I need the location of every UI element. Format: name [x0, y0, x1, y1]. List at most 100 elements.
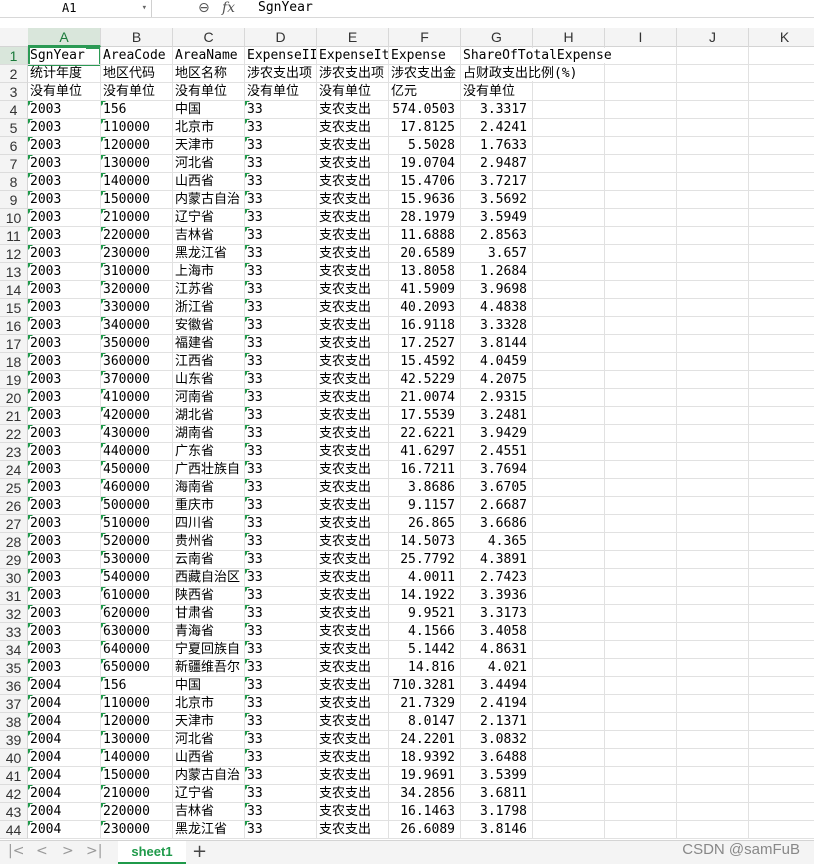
cell-b11[interactable]: 220000 [101, 227, 173, 245]
cell-f28[interactable]: 14.5073 [389, 533, 461, 551]
cell-e34[interactable]: 支农支出 [317, 641, 389, 659]
cell-g38[interactable]: 2.1371 [461, 713, 533, 731]
cell-h35[interactable] [533, 659, 605, 677]
cell-f4[interactable]: 574.0503 [389, 101, 461, 119]
cell-d1[interactable]: ExpenseIII [245, 47, 317, 65]
cell-e14[interactable]: 支农支出 [317, 281, 389, 299]
cell-d41[interactable]: 33 [245, 767, 317, 785]
cell-b41[interactable]: 150000 [101, 767, 173, 785]
cell-k16[interactable] [749, 317, 814, 335]
cell-j38[interactable] [677, 713, 749, 731]
cell-j11[interactable] [677, 227, 749, 245]
cell-i5[interactable] [605, 119, 677, 137]
cell-f33[interactable]: 4.1566 [389, 623, 461, 641]
cell-a38[interactable]: 2004 [28, 713, 101, 731]
cell-k17[interactable] [749, 335, 814, 353]
next-sheet-icon[interactable]: > [62, 843, 74, 859]
cell-b28[interactable]: 520000 [101, 533, 173, 551]
cell-a10[interactable]: 2003 [28, 209, 101, 227]
cell-e40[interactable]: 支农支出 [317, 749, 389, 767]
cell-b2[interactable]: 地区代码 [101, 65, 173, 83]
cell-c37[interactable]: 北京市 [173, 695, 245, 713]
cell-f15[interactable]: 40.2093 [389, 299, 461, 317]
cell-b20[interactable]: 410000 [101, 389, 173, 407]
cell-a20[interactable]: 2003 [28, 389, 101, 407]
cell-a2[interactable]: 统计年度 [28, 65, 101, 83]
cell-k35[interactable] [749, 659, 814, 677]
cell-e1[interactable]: ExpenseIt [317, 47, 389, 65]
cell-k4[interactable] [749, 101, 814, 119]
cell-g39[interactable]: 3.0832 [461, 731, 533, 749]
cell-d24[interactable]: 33 [245, 461, 317, 479]
column-header-e[interactable]: E [317, 28, 389, 47]
cell-a43[interactable]: 2004 [28, 803, 101, 821]
cell-i3[interactable] [605, 83, 677, 101]
cell-g27[interactable]: 3.6686 [461, 515, 533, 533]
cell-d40[interactable]: 33 [245, 749, 317, 767]
row-header[interactable]: 24 [0, 461, 28, 479]
cell-c19[interactable]: 山东省 [173, 371, 245, 389]
cell-a19[interactable]: 2003 [28, 371, 101, 389]
cell-j13[interactable] [677, 263, 749, 281]
cell-k2[interactable] [749, 65, 814, 83]
cell-a42[interactable]: 2004 [28, 785, 101, 803]
cell-b5[interactable]: 110000 [101, 119, 173, 137]
cell-f2[interactable]: 涉农支出金 [389, 65, 461, 83]
cell-j9[interactable] [677, 191, 749, 209]
row-header[interactable]: 20 [0, 389, 28, 407]
cell-k27[interactable] [749, 515, 814, 533]
cell-f7[interactable]: 19.0704 [389, 155, 461, 173]
row-header[interactable]: 43 [0, 803, 28, 821]
cell-e12[interactable]: 支农支出 [317, 245, 389, 263]
cell-i33[interactable] [605, 623, 677, 641]
row-header[interactable]: 9 [0, 191, 28, 209]
cell-a31[interactable]: 2003 [28, 587, 101, 605]
cell-f10[interactable]: 28.1979 [389, 209, 461, 227]
cell-i41[interactable] [605, 767, 677, 785]
cell-k19[interactable] [749, 371, 814, 389]
row-header[interactable]: 15 [0, 299, 28, 317]
cell-e23[interactable]: 支农支出 [317, 443, 389, 461]
cell-j40[interactable] [677, 749, 749, 767]
cell-j16[interactable] [677, 317, 749, 335]
cell-j32[interactable] [677, 605, 749, 623]
cell-i14[interactable] [605, 281, 677, 299]
cell-h13[interactable] [533, 263, 605, 281]
cell-a16[interactable]: 2003 [28, 317, 101, 335]
cell-d21[interactable]: 33 [245, 407, 317, 425]
cell-h29[interactable] [533, 551, 605, 569]
last-sheet-icon[interactable]: >| [86, 843, 102, 859]
cell-f43[interactable]: 16.1463 [389, 803, 461, 821]
cell-h16[interactable] [533, 317, 605, 335]
cell-h3[interactable] [533, 83, 605, 101]
cell-d22[interactable]: 33 [245, 425, 317, 443]
cell-e42[interactable]: 支农支出 [317, 785, 389, 803]
cell-h40[interactable] [533, 749, 605, 767]
cell-k9[interactable] [749, 191, 814, 209]
cell-k40[interactable] [749, 749, 814, 767]
cell-k11[interactable] [749, 227, 814, 245]
cell-a15[interactable]: 2003 [28, 299, 101, 317]
cell-c43[interactable]: 吉林省 [173, 803, 245, 821]
cell-f23[interactable]: 41.6297 [389, 443, 461, 461]
row-header[interactable]: 6 [0, 137, 28, 155]
cell-h6[interactable] [533, 137, 605, 155]
name-box-dropdown-icon[interactable]: ▾ [142, 0, 147, 17]
cell-g35[interactable]: 4.021 [461, 659, 533, 677]
cell-b35[interactable]: 650000 [101, 659, 173, 677]
cell-c16[interactable]: 安徽省 [173, 317, 245, 335]
cell-f18[interactable]: 15.4592 [389, 353, 461, 371]
cell-c18[interactable]: 江西省 [173, 353, 245, 371]
cell-i19[interactable] [605, 371, 677, 389]
cell-e4[interactable]: 支农支出 [317, 101, 389, 119]
cell-i29[interactable] [605, 551, 677, 569]
cell-d13[interactable]: 33 [245, 263, 317, 281]
cell-j24[interactable] [677, 461, 749, 479]
cell-g15[interactable]: 4.4838 [461, 299, 533, 317]
cell-f6[interactable]: 5.5028 [389, 137, 461, 155]
cell-h22[interactable] [533, 425, 605, 443]
cell-c11[interactable]: 吉林省 [173, 227, 245, 245]
cell-g42[interactable]: 3.6811 [461, 785, 533, 803]
cell-e18[interactable]: 支农支出 [317, 353, 389, 371]
cell-c25[interactable]: 海南省 [173, 479, 245, 497]
